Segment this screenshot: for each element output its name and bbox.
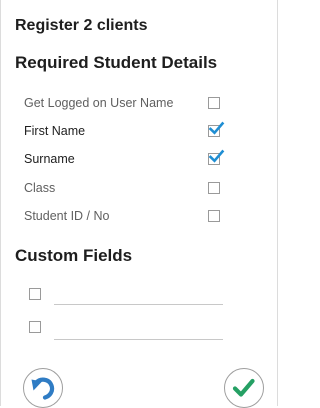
field-label-student-id: Student ID / No bbox=[24, 209, 110, 223]
dialog-title: Register 2 clients bbox=[15, 17, 148, 34]
field-label-class: Class bbox=[24, 181, 56, 195]
field-label-first-name: First Name bbox=[24, 124, 86, 138]
checkmark-icon bbox=[232, 378, 255, 397]
confirm-button[interactable] bbox=[224, 368, 264, 408]
custom-field-2-input[interactable] bbox=[54, 339, 223, 340]
checkbox-surname[interactable] bbox=[208, 149, 225, 165]
custom-fields-heading: Custom Fields bbox=[15, 246, 133, 265]
custom-field-1-input[interactable] bbox=[54, 304, 223, 305]
checkmark-icon bbox=[208, 121, 225, 135]
undo-button[interactable] bbox=[23, 368, 63, 408]
field-label-logged-on-user: Get Logged on User Name bbox=[24, 96, 174, 110]
required-details-heading: Required Student Details bbox=[15, 53, 218, 72]
custom-field-2-checkbox[interactable] bbox=[29, 321, 41, 333]
checkbox-student-id[interactable] bbox=[208, 210, 220, 222]
undo-arrow-icon bbox=[31, 377, 55, 400]
checkbox-logged-on-user[interactable] bbox=[208, 97, 220, 109]
checkmark-icon bbox=[208, 149, 225, 163]
custom-field-1-checkbox[interactable] bbox=[29, 288, 41, 300]
checkbox-first-name[interactable] bbox=[208, 121, 225, 137]
register-clients-panel: Register 2 clients Required Student Deta… bbox=[0, 0, 278, 408]
field-label-surname: Surname bbox=[24, 152, 75, 166]
checkbox-class[interactable] bbox=[208, 182, 220, 194]
